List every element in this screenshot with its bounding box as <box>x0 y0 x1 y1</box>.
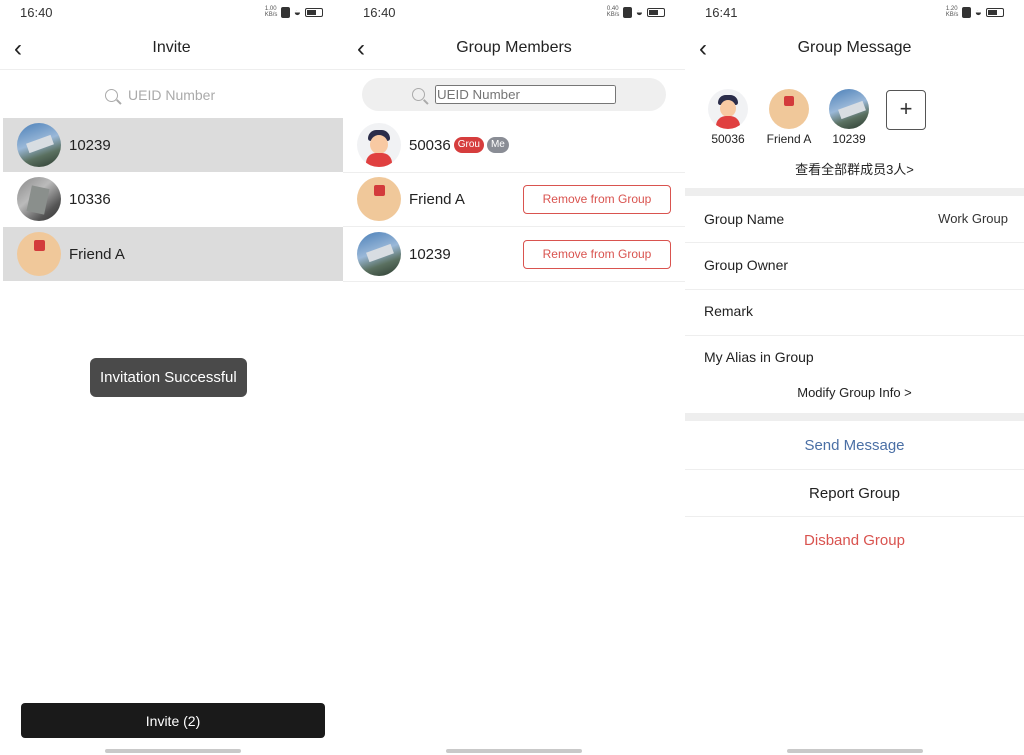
row-label: Group Owner <box>704 257 789 273</box>
avatar <box>357 177 401 221</box>
battery-icon <box>647 7 665 17</box>
group-member-10239[interactable]: 10239 <box>819 89 879 146</box>
contact-name: 10336 <box>69 190 111 208</box>
row-label: My Alias in Group <box>704 349 814 365</box>
member-name: 10239 <box>832 132 866 146</box>
nav-bar: ‹ Invite <box>0 30 343 70</box>
avatar <box>357 232 401 276</box>
avatar <box>17 123 61 167</box>
search-bar[interactable] <box>0 78 343 112</box>
contact-row-10239[interactable]: 10239 <box>3 118 343 172</box>
group-members-screen: 16:40 0.40 KB/s ◒ ‹ Group Members 50036 … <box>343 0 685 755</box>
status-bar: 16:40 0.40 KB/s ◒ <box>343 0 685 26</box>
wifi-icon: ◒ <box>635 5 643 19</box>
member-row-50036[interactable]: 50036 Grou Me <box>343 118 685 172</box>
sim-icon <box>280 6 290 18</box>
invite-button[interactable]: Invite (2) <box>21 703 325 738</box>
remove-from-group-button[interactable]: Remove from Group <box>523 184 671 214</box>
group-name-row[interactable]: Group Name Work Group <box>685 197 1024 243</box>
nav-bar: ‹ Group Message <box>685 30 1024 70</box>
status-time: 16:40 <box>20 5 53 20</box>
home-indicator[interactable] <box>446 749 582 753</box>
group-owner-badge: Grou <box>453 137 484 153</box>
avatar <box>829 89 869 129</box>
send-message-button[interactable]: Send Message <box>685 422 1024 469</box>
row-label: Group Name <box>704 211 785 227</box>
me-badge: Me <box>486 137 509 153</box>
network-speed: 1.20 KB/s <box>945 6 959 18</box>
alias-row[interactable]: My Alias in Group <box>685 335 1024 381</box>
group-member-50036[interactable]: 50036 <box>698 89 758 146</box>
disband-group-button[interactable]: Disband Group <box>685 517 1024 564</box>
member-name: 50036 <box>711 132 745 146</box>
section-divider <box>685 413 1024 421</box>
avatar <box>708 89 748 129</box>
page-title: Group Message <box>797 39 912 56</box>
row-label: Remark <box>704 303 754 319</box>
battery-icon <box>305 7 323 17</box>
sim-icon <box>622 6 632 18</box>
nav-bar: ‹ Group Members <box>343 30 685 70</box>
modify-group-info-link[interactable]: Modify Group Info > <box>685 385 1024 400</box>
search-input[interactable] <box>128 87 238 103</box>
avatar <box>357 123 401 167</box>
battery-icon <box>986 7 1004 17</box>
toast-message: Invitation Successful <box>90 358 247 397</box>
member-name: Friend A <box>409 190 465 208</box>
search-bar[interactable] <box>362 78 666 111</box>
search-icon <box>105 88 118 102</box>
add-member-button[interactable]: + <box>886 90 926 130</box>
report-group-button[interactable]: Report Group <box>685 470 1024 517</box>
wifi-icon: ◒ <box>974 5 982 19</box>
search-icon <box>412 88 425 101</box>
contact-name: Friend A <box>69 245 125 263</box>
member-name: 10239 <box>409 245 451 263</box>
group-message-screen: 16:41 1.20 KB/s ◒ ‹ Group Message 50036 … <box>685 0 1024 755</box>
avatar <box>769 89 809 129</box>
status-bar: 16:41 1.20 KB/s ◒ <box>685 0 1024 26</box>
network-speed: 1.00 KB/s <box>264 6 278 18</box>
wifi-icon: ◒ <box>293 5 301 19</box>
invite-screen: 16:40 1.00 KB/s ◒ ‹ Invite 10239 10336 F… <box>0 0 343 755</box>
contact-row-10336[interactable]: 10336 <box>3 172 343 226</box>
page-title: Invite <box>152 39 191 56</box>
sim-icon <box>961 6 971 18</box>
member-row-friend-a[interactable]: Friend A Remove from Group <box>343 172 685 226</box>
status-time: 16:40 <box>363 5 396 20</box>
group-member-friend-a[interactable]: Friend A <box>759 89 819 146</box>
home-indicator[interactable] <box>787 749 923 753</box>
divider <box>343 281 685 282</box>
search-input[interactable] <box>435 85 616 104</box>
remark-row[interactable]: Remark <box>685 289 1024 335</box>
remove-from-group-button[interactable]: Remove from Group <box>523 239 671 269</box>
group-owner-row[interactable]: Group Owner <box>685 243 1024 289</box>
avatar <box>17 177 61 221</box>
status-bar: 16:40 1.00 KB/s ◒ <box>0 0 343 26</box>
page-title: Group Members <box>456 39 572 56</box>
contact-name: 10239 <box>69 136 111 154</box>
row-value: Work Group <box>938 211 1008 226</box>
avatar <box>17 232 61 276</box>
home-indicator[interactable] <box>105 749 241 753</box>
view-all-members-link[interactable]: 查看全部群成员3人> <box>685 159 1024 178</box>
member-name: Friend A <box>766 132 812 146</box>
network-speed: 0.40 KB/s <box>606 6 620 18</box>
status-time: 16:41 <box>705 5 738 20</box>
contact-row-friend-a[interactable]: Friend A <box>3 227 343 281</box>
member-name: 50036 <box>409 136 451 154</box>
section-divider <box>685 188 1024 196</box>
member-row-10239[interactable]: 10239 Remove from Group <box>343 227 685 281</box>
